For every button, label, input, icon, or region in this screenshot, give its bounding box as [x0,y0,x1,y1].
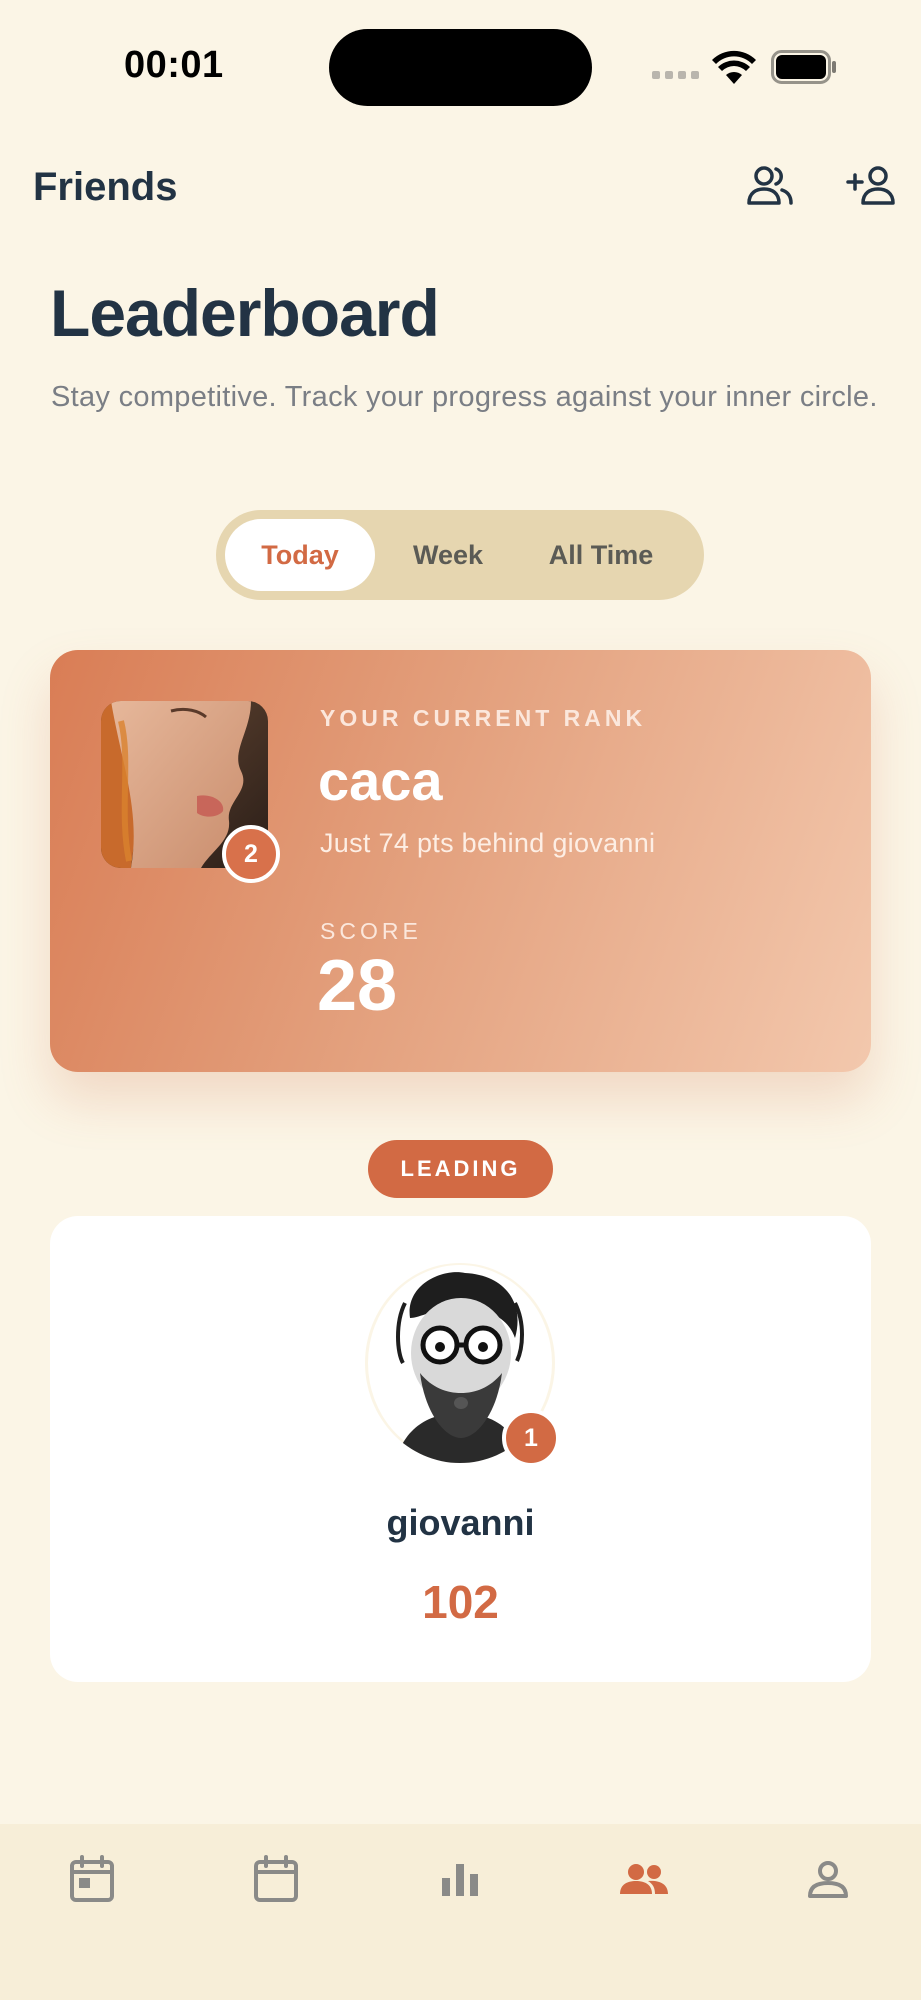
dynamic-island [329,29,592,106]
calendar-icon [254,1855,298,1902]
nav-profile[interactable] [798,1850,858,1910]
points-behind-text: Just 74 pts behind giovanni [320,828,656,858]
battery-icon [771,50,836,84]
rank-username: caca [318,749,443,812]
leader-card[interactable]: 1 giovanni 102 [50,1216,871,1682]
daily-calendar-icon [70,1855,114,1902]
friends-icon[interactable] [746,165,794,209]
tab-today[interactable]: Today [225,519,375,591]
leading-badge: LEADING [368,1140,553,1198]
nav-calendar[interactable] [246,1850,306,1910]
page-title: Leaderboard [50,276,440,350]
tab-all-time[interactable]: All Time [516,519,686,591]
nav-daily[interactable] [62,1850,122,1910]
rank-label: YOUR CURRENT RANK [320,705,647,731]
status-time: 00:01 [124,44,224,86]
friends-icon [620,1864,668,1894]
add-friend-icon[interactable] [845,165,897,209]
leader-name: giovanni [386,1502,535,1543]
cellular-signal-icon [652,71,699,79]
rank-badge: 2 [222,825,280,883]
leader-rank-badge: 1 [502,1409,560,1467]
page-subtitle: Stay competitive. Track your progress ag… [51,381,878,413]
score-value: 28 [317,946,398,1026]
status-bar: 00:01 [0,0,921,140]
profile-icon [808,1861,848,1898]
time-range-segmented-control: Today Week All Time [216,510,704,600]
score-label: SCORE [320,918,422,944]
nav-stats[interactable] [430,1850,490,1910]
stats-icon [442,1864,478,1896]
header-title: Friends [33,165,178,209]
wifi-icon [712,50,756,84]
tab-week[interactable]: Week [388,519,508,591]
nav-friends[interactable] [614,1850,674,1910]
bottom-nav [0,1824,921,2000]
leader-score: 102 [422,1576,499,1628]
current-rank-card: 2 YOUR CURRENT RANK caca Just 74 pts beh… [50,650,871,1072]
